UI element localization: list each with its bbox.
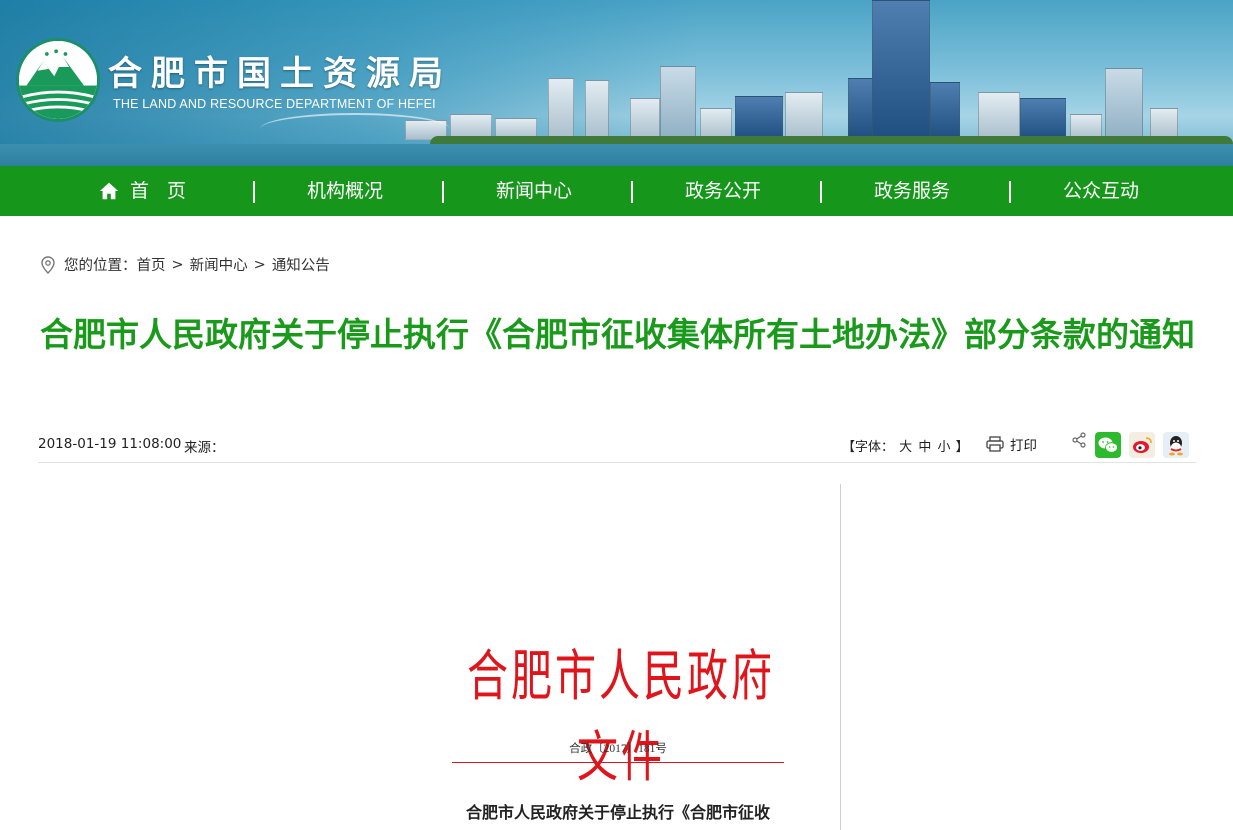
home-icon	[99, 182, 119, 200]
breadcrumb-notice-link[interactable]: 通知公告	[272, 254, 330, 275]
qq-icon	[1163, 432, 1189, 458]
skyline-building	[630, 98, 660, 140]
nav-item-label: 首页	[130, 180, 205, 202]
nav-divider	[1009, 181, 1011, 203]
nav-item-about[interactable]: 机构概况	[307, 166, 383, 216]
skyline-building	[1020, 98, 1066, 140]
print-button[interactable]: 打印	[986, 434, 1037, 454]
font-size-large[interactable]: 大	[899, 440, 912, 455]
document-title: 合肥市人民政府关于停止执行《合肥市征收	[465, 805, 770, 822]
site-subtitle: THE LAND AND RESOURCE DEPARTMENT OF HEFE…	[113, 97, 436, 111]
nav-item-home[interactable]: 首页	[98, 166, 204, 216]
breadcrumb-home-link[interactable]: 首页	[137, 254, 166, 275]
font-size-control: 【字体： 大 中 小 】	[842, 436, 969, 455]
nav-divider	[253, 181, 255, 203]
nav-divider	[442, 181, 444, 203]
share-weibo-button[interactable]	[1129, 432, 1155, 458]
print-label: 打印	[1010, 438, 1037, 454]
skyline-building	[978, 92, 1020, 140]
article-source-label: 来源：	[184, 440, 225, 456]
content-divider	[840, 484, 841, 830]
document-number: 合政〔2017〕181号	[569, 743, 667, 755]
breadcrumb-news-link[interactable]: 新闻中心	[190, 254, 248, 275]
skyline-building	[1105, 68, 1143, 140]
skyline-building	[930, 82, 960, 140]
nav-item-gov-affairs[interactable]: 政务公开	[685, 166, 761, 216]
breadcrumb: 您的位置： 首页 > 新闻中心 > 通知公告	[40, 254, 330, 275]
breadcrumb-separator: >	[171, 256, 184, 273]
nav-divider	[631, 181, 633, 203]
nav-item-interaction[interactable]: 公众互动	[1063, 166, 1139, 216]
skyline-building	[660, 66, 696, 140]
share-icon[interactable]	[1071, 432, 1087, 448]
banner-water	[0, 144, 1233, 166]
skyline-building	[735, 96, 783, 140]
breadcrumb-prefix: 您的位置：	[64, 258, 137, 274]
font-size-medium[interactable]: 中	[918, 440, 931, 455]
breadcrumb-separator: >	[253, 256, 266, 273]
document-red-rule	[452, 762, 784, 763]
printer-icon	[986, 436, 1004, 452]
skyline-building	[785, 92, 823, 140]
weibo-icon	[1129, 432, 1155, 458]
nav-item-services[interactable]: 政务服务	[874, 166, 950, 216]
nav-divider	[820, 181, 822, 203]
skyline-tower	[872, 0, 930, 140]
font-size-label: 【字体：	[842, 440, 895, 455]
logo-emblem-icon	[19, 41, 97, 119]
header-banner: 合肥市国土资源局 THE LAND AND RESOURCE DEPARTMEN…	[0, 0, 1233, 166]
skyline-building	[548, 78, 574, 140]
article-date: 2018-01-19 11:08:00	[38, 436, 182, 452]
site-title: 合肥市国土资源局	[108, 56, 452, 93]
article-meta-bar: 2018-01-19 11:08:00 来源： 【字体： 大 中 小 】 打印	[38, 430, 1196, 463]
font-size-small[interactable]: 小	[937, 440, 950, 455]
document-header: 合肥市人民政府文件	[467, 644, 775, 788]
font-size-close: 】	[955, 440, 969, 455]
article-title: 合肥市人民政府关于停止执行《合肥市征收集体所有土地办法》部分条款的通知	[40, 315, 1195, 354]
skyline-building	[585, 80, 609, 140]
share-qq-button[interactable]	[1163, 432, 1189, 458]
main-nav: 首页 机构概况 新闻中心 政务公开 政务服务 公众互动	[0, 166, 1233, 216]
nav-item-news[interactable]: 新闻中心	[496, 166, 572, 216]
wechat-icon	[1095, 432, 1121, 458]
banner-swoosh	[260, 113, 450, 145]
share-wechat-button[interactable]	[1095, 432, 1121, 458]
site-logo[interactable]	[16, 38, 100, 122]
location-pin-icon	[41, 255, 55, 274]
